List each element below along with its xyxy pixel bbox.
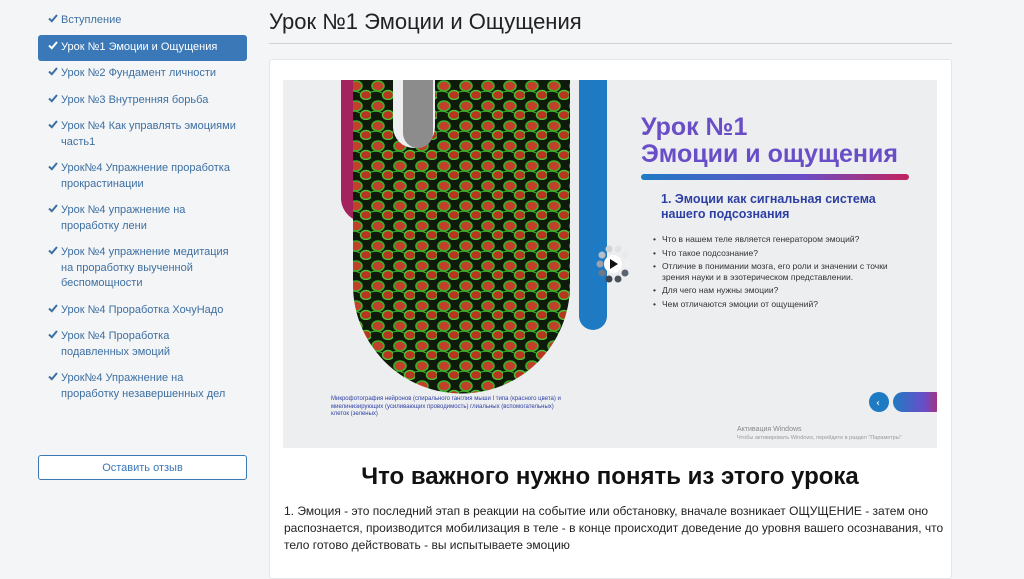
slide-bullet: Чем отличаются эмоции от ощущений?: [653, 299, 893, 310]
lesson-sidebar: Вступление Урок №1 Эмоции и Ощущения Урок …: [0, 0, 256, 556]
slide-bullet: Что такое подсознание?: [653, 248, 893, 259]
sidebar-item[interactable]: Урок №3 Внутренняя борьба: [38, 88, 247, 115]
checkmark-icon: [48, 93, 58, 109]
checkmark-icon: [48, 329, 58, 345]
title-divider: [269, 43, 952, 44]
checkmark-icon: [48, 303, 58, 319]
sidebar-item[interactable]: Урок№4 Упражнение на проработку незаверш…: [38, 366, 247, 408]
checkmark-icon: [48, 371, 58, 387]
content-paragraph: 1. Эмоция - это последний этап в реакции…: [284, 504, 944, 552]
sidebar-item-label: Урок№4 Упражнение на проработку незаверш…: [61, 372, 226, 400]
svg-text:‹: ‹: [876, 398, 880, 409]
sidebar-item-label: Урок №4 упражнение медитация на проработ…: [61, 246, 229, 289]
slide-bullet: Для чего нам нужны эмоции?: [653, 285, 893, 296]
sidebar-item[interactable]: Урок №4 Проработка ХочуНадо: [38, 298, 247, 325]
sidebar-item[interactable]: Урок№4 Упражнение проработка прокрастина…: [38, 156, 247, 198]
slide-title-line2: Эмоции и ощущения: [641, 140, 898, 168]
title-gradient-bar: [641, 174, 909, 180]
micrograph-caption: Микрофотография нейронов (спирального га…: [331, 396, 561, 417]
content-heading: Что важного нужно понять из этого урока: [361, 463, 859, 490]
play-button[interactable]: [588, 240, 636, 288]
page-title: Урок №1 Эмоции и Ощущения: [269, 9, 582, 34]
sidebar-item-label: Урок №4 Как управлять эмоциями часть1: [61, 120, 236, 148]
checkmark-icon: [48, 119, 58, 135]
sidebar-item[interactable]: Урок №4 Как управлять эмоциями часть1: [38, 114, 247, 156]
slide-bullet: Отличие в понимании мозга, его роли и зн…: [653, 261, 893, 282]
video-player[interactable]: ‹ Урок №1 Эмоции и ощущения 1. Эмоции ка…: [283, 80, 937, 448]
slide-bullet-list: Что в нашем теле является генератором эм…: [653, 234, 893, 312]
sidebar-item-label: Урок №4 Проработка ХочуНадо: [61, 303, 224, 316]
checkmark-icon: [48, 203, 58, 219]
sidebar-item[interactable]: Вступление: [38, 8, 247, 35]
checkmark-icon: [48, 40, 58, 56]
play-icon: [596, 245, 632, 283]
sidebar-item-label: Урок№4 Упражнение проработка прокрастина…: [61, 162, 230, 190]
blue-pill-shape: [579, 80, 607, 330]
lesson-list: Вступление Урок №1 Эмоции и Ощущения Урок …: [38, 8, 247, 408]
windows-watermark-title: Активация Windows: [737, 426, 802, 433]
sidebar-item-label: Урок №2 Фундамент личности: [61, 67, 217, 79]
sidebar-item-label: Урок №4 Проработка подавленных эмоций: [61, 330, 170, 358]
sidebar-item[interactable]: Урок №4 Проработка подавленных эмоций: [38, 324, 247, 366]
slide-title-line1: Урок №1: [641, 113, 748, 141]
checkmark-icon: [48, 245, 58, 261]
slide-bullet: Что в нашем теле является генератором эм…: [653, 234, 893, 245]
sidebar-item[interactable]: Урок №1 Эмоции и Ощущения: [38, 34, 247, 61]
sidebar-item[interactable]: Урок №4 упражнение медитация на проработ…: [38, 240, 247, 298]
micrograph-image: [353, 80, 570, 394]
sidebar-item-label: Вступление: [61, 14, 122, 26]
sidebar-item[interactable]: Урок №4 упражнение на проработку лени: [38, 198, 247, 240]
sidebar-item-label: Урок №1 Эмоции и Ощущения: [61, 40, 218, 53]
checkmark-icon: [48, 66, 58, 82]
checkmark-icon: [48, 13, 58, 29]
sidebar-item-label: Урок №3 Внутренняя борьба: [61, 93, 209, 106]
sidebar-item-label: Урок №4 упражнение на проработку лени: [61, 204, 186, 232]
feedback-button[interactable]: Оставить отзыв: [38, 455, 247, 480]
windows-watermark-text: Чтобы активировать Windows, перейдите в …: [737, 435, 902, 441]
sidebar-item[interactable]: Урок №2 Фундамент личности: [38, 61, 247, 88]
slide-subtitle: 1. Эмоции как сигнальная система нашего …: [661, 192, 876, 221]
checkmark-icon: [48, 161, 58, 177]
